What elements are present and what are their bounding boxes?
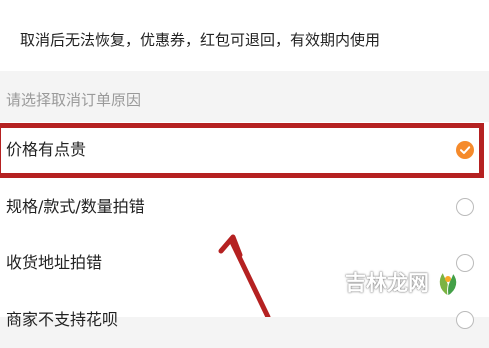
reason-section-label: 请选择取消订单原因 — [6, 91, 142, 109]
reason-option-label: 规格/款式/数量拍错 — [6, 197, 145, 216]
reason-option-huabei[interactable]: 商家不支持花呗 — [0, 292, 489, 348]
cancel-notice-text: 取消后无法恢复，优惠券，红包可退回，有效期内使用 — [20, 31, 381, 49]
cancel-notice-card: 取消后无法恢复，优惠券，红包可退回，有效期内使用 — [0, 0, 489, 71]
radio-checked-icon[interactable] — [456, 141, 474, 159]
radio-unchecked-icon[interactable] — [456, 254, 474, 272]
reason-option-spec[interactable]: 规格/款式/数量拍错 — [0, 179, 489, 235]
cancel-reason-list: 价格有点贵 规格/款式/数量拍错 收货地址拍错 商家不支持花呗 — [0, 122, 489, 329]
radio-unchecked-icon[interactable] — [456, 311, 474, 329]
reason-option-label: 价格有点贵 — [6, 140, 87, 159]
reason-option-address[interactable]: 收货地址拍错 — [0, 235, 489, 291]
reason-option-label: 收货地址拍错 — [6, 253, 103, 272]
reason-option-label: 商家不支持花呗 — [6, 310, 119, 329]
reason-option-price[interactable]: 价格有点贵 — [0, 122, 489, 178]
radio-unchecked-icon[interactable] — [456, 198, 474, 216]
